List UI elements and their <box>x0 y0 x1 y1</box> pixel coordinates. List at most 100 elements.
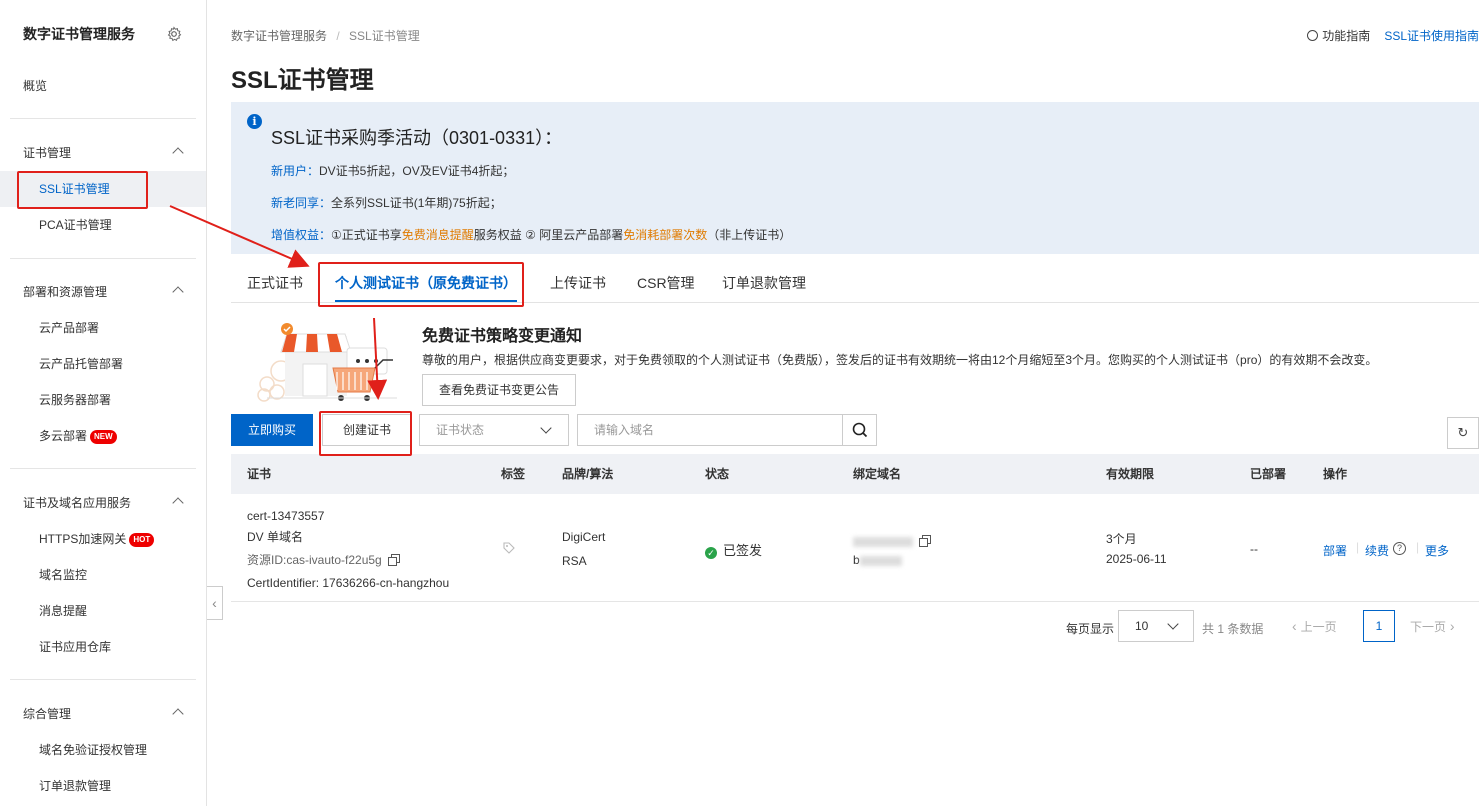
resource-id-text: 资源ID:cas-ivauto-f22u5g <box>247 553 382 567</box>
table-row: cert-13473557 DV 单域名 资源ID:cas-ivauto-f22… <box>231 494 1479 602</box>
sidebar-item-hosted-deploy[interactable]: 云产品托管部署 <box>0 346 206 382</box>
sidebar-item-label: HTTPS加速网关 <box>39 532 127 546</box>
next-page-label: 下一页 <box>1410 620 1447 634</box>
buy-now-button[interactable]: 立即购买 <box>231 414 313 446</box>
sidebar-item-cert-repository[interactable]: 证书应用仓库 <box>0 629 206 665</box>
check-circle-icon: ✓ <box>705 547 717 559</box>
header-validity: 有效期限 <box>1106 467 1155 481</box>
notice-highlight: 免费消息提醒 <box>401 228 474 242</box>
sidebar-title: 数字证书管理服务 <box>23 26 135 42</box>
notice-title: SSL证书采购季活动（0301-0331）： <box>271 128 563 148</box>
breadcrumb-current: SSL证书管理 <box>349 29 420 43</box>
sidebar-group-cert-management[interactable]: 证书管理 <box>0 135 206 171</box>
header-status: 状态 <box>705 467 730 481</box>
notice-text: 服务权益 ② 阿里云产品部署 <box>473 228 624 242</box>
sidebar-group-general[interactable]: 综合管理 <box>0 696 206 732</box>
domain-search-input[interactable] <box>578 415 842 445</box>
sidebar-item-https-gateway[interactable]: HTTPS加速网关 HOT <box>0 521 206 557</box>
sidebar-group-label: 综合管理 <box>23 707 72 721</box>
tab-order-refund[interactable]: 订单退款管理 <box>722 266 806 302</box>
tag-icon[interactable] <box>502 541 516 555</box>
banner-text: 尊敬的用户，根据供应商变更要求，对于免费领取的个人测试证书（免费版），签发后的证… <box>422 353 1378 367</box>
sidebar-group-label: 证书及域名应用服务 <box>23 496 132 510</box>
breadcrumb: 数字证书管理服务 / SSL证书管理 <box>231 27 426 44</box>
chevron-left-icon: ‹ <box>1292 618 1301 634</box>
next-page[interactable]: 下一页 › <box>1410 618 1455 635</box>
validity-period: 3个月 <box>1106 532 1137 546</box>
total-count: 共 1 条数据 <box>1202 622 1264 636</box>
sidebar: 数字证书管理服务 概览 证书管理 SSL证书管理 PCA证书管理 部署和资源管理… <box>0 0 207 806</box>
notice-label: 增值权益： <box>271 228 332 242</box>
notice-text: （非上传证书） <box>707 228 792 242</box>
search-icon <box>852 422 868 438</box>
notice-label: 新老同享： <box>271 196 332 210</box>
copy-icon[interactable] <box>919 535 931 547</box>
sidebar-item-pca-cert[interactable]: PCA证书管理 <box>0 207 206 243</box>
expire-date: 2025-06-11 <box>1106 552 1167 566</box>
notice-text: 全系列SSL证书(1年期)75折起； <box>331 196 502 210</box>
redacted-domain <box>859 555 902 566</box>
cert-status: ✓ 已签发 <box>705 540 762 559</box>
domain-search <box>577 414 877 446</box>
per-page-select[interactable]: 10 <box>1118 610 1194 642</box>
per-page-label: 每页显示 <box>1066 622 1115 636</box>
guide-link[interactable]: 功能指南 <box>1322 29 1370 43</box>
sidebar-item-label: 多云部署 <box>39 429 88 443</box>
search-button[interactable] <box>842 415 876 445</box>
prev-page-label: 上一页 <box>1300 620 1337 634</box>
new-badge: NEW <box>90 430 117 444</box>
bound-domain: b <box>853 534 931 567</box>
sidebar-item-domain-monitor[interactable]: 域名监控 <box>0 557 206 593</box>
notice-line-new-user: 新用户：DV证书5折起，OV及EV证书4折起； <box>271 162 514 179</box>
breadcrumb-separator: / <box>336 29 340 43</box>
promo-notice: i SSL证书采购季活动（0301-0331）： 新用户：DV证书5折起，OV及… <box>231 102 1479 254</box>
sidebar-divider <box>10 118 196 119</box>
sidebar-collapse-button[interactable]: ‹ <box>207 586 223 620</box>
chevron-up-icon <box>172 497 184 509</box>
view-announcement-button[interactable]: 查看免费证书变更公告 <box>422 374 576 406</box>
page-title: SSL证书管理 <box>231 67 374 94</box>
sidebar-item-domain-auth[interactable]: 域名免验证授权管理 <box>0 732 206 768</box>
sidebar-group-label: 部署和资源管理 <box>23 285 108 299</box>
action-divider: | <box>1416 540 1420 554</box>
page-number[interactable]: 1 <box>1363 610 1395 642</box>
sidebar-divider <box>10 258 196 259</box>
sidebar-item-server-deploy[interactable]: 云服务器部署 <box>0 382 206 418</box>
sidebar-item-notifications[interactable]: 消息提醒 <box>0 593 206 629</box>
info-icon: i <box>247 114 262 129</box>
header-actions: 操作 <box>1323 467 1348 481</box>
sidebar-group-deploy[interactable]: 部署和资源管理 <box>0 274 206 310</box>
sidebar-item-overview[interactable]: 概览 <box>0 68 206 104</box>
action-divider: | <box>1356 540 1360 554</box>
cert-brand: DigiCert <box>562 530 606 544</box>
sidebar-item-multicloud-deploy[interactable]: 多云部署 NEW <box>0 418 206 454</box>
deploy-link[interactable]: 部署 <box>1323 542 1347 559</box>
tab-csr-management[interactable]: CSR管理 <box>637 266 695 302</box>
chevron-right-icon: › <box>1446 618 1455 634</box>
sidebar-item-refund[interactable]: 订单退款管理 <box>0 768 206 804</box>
chevron-up-icon <box>172 147 184 159</box>
sidebar-group-cert-domain-services[interactable]: 证书及域名应用服务 <box>0 485 206 521</box>
renew-link[interactable]: 续费 <box>1365 542 1389 559</box>
resource-id: 资源ID:cas-ivauto-f22u5g <box>247 551 400 568</box>
header-deployed: 已部署 <box>1250 467 1287 481</box>
more-link[interactable]: 更多 <box>1425 542 1449 559</box>
help-icon[interactable]: ? <box>1393 542 1406 555</box>
notice-text: DV证书5折起，OV及EV证书4折起； <box>319 164 515 178</box>
refresh-button[interactable]: ↻ <box>1447 417 1479 449</box>
chevron-up-icon <box>172 286 184 298</box>
sidebar-item-cloud-deploy[interactable]: 云产品部署 <box>0 310 206 346</box>
shop-illustration <box>257 323 397 402</box>
gear-icon[interactable] <box>166 26 182 42</box>
prev-page[interactable]: ‹ 上一页 <box>1292 618 1337 635</box>
breadcrumb-root[interactable]: 数字证书管理服务 <box>231 29 327 43</box>
cert-type: DV 单域名 <box>247 530 304 544</box>
main-content: 数字证书管理服务 / SSL证书管理 功能指南 SSL证书使用指南 SSL证书管理… <box>231 0 1479 806</box>
ssl-guide-link[interactable]: SSL证书使用指南 <box>1384 29 1479 43</box>
tab-formal-cert[interactable]: 正式证书 <box>247 266 303 302</box>
tab-upload-cert[interactable]: 上传证书 <box>550 266 606 302</box>
cert-algo: RSA <box>562 554 587 568</box>
cert-status-select[interactable]: 证书状态 <box>419 414 569 446</box>
copy-icon[interactable] <box>387 554 400 566</box>
annotation-box-personal-tab <box>318 262 524 307</box>
